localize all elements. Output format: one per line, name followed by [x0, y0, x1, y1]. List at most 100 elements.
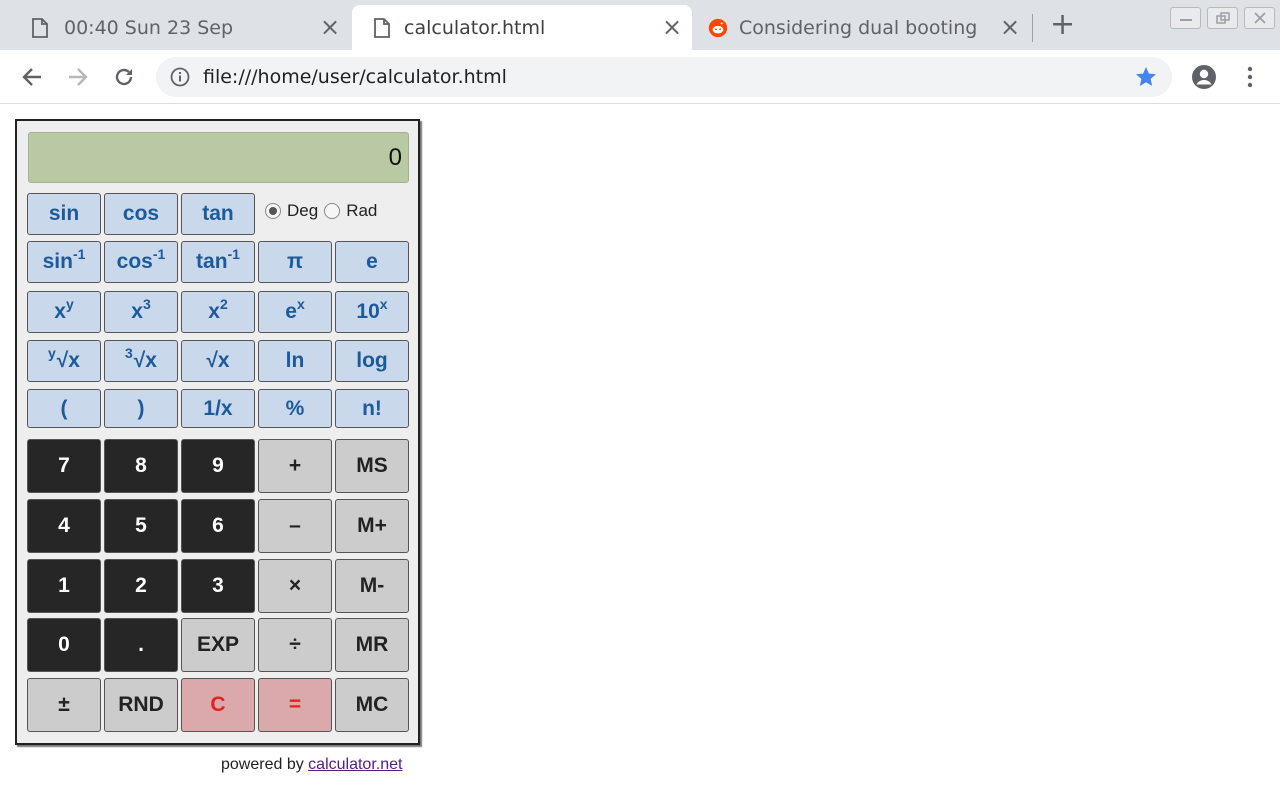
- tab-title: calculator.html: [404, 16, 546, 39]
- restore-button[interactable]: [1207, 7, 1238, 29]
- memory-clear-button[interactable]: MC: [335, 678, 409, 732]
- digit-8-button[interactable]: 8: [104, 439, 178, 493]
- address-bar[interactable]: file:///home/user/calculator.html: [156, 57, 1172, 97]
- exp-button[interactable]: EXP: [181, 618, 255, 672]
- button-label: tan: [196, 250, 228, 273]
- calculator: 0 sin cos tan Deg Rad sin -1 cos -1 tan -1 …: [15, 119, 420, 745]
- digit-6-button[interactable]: 6: [181, 499, 255, 553]
- random-button[interactable]: RND: [104, 678, 178, 732]
- cos-button[interactable]: cos: [104, 193, 178, 235]
- reload-button[interactable]: [110, 63, 138, 91]
- bookmark-star-icon[interactable]: [1134, 65, 1158, 93]
- memory-add-button[interactable]: M+: [335, 499, 409, 553]
- new-tab-button[interactable]: +: [1050, 10, 1075, 40]
- back-arrow-icon: [22, 68, 41, 86]
- info-icon[interactable]: [170, 67, 190, 91]
- square-root-button[interactable]: √x: [181, 340, 255, 382]
- reload-icon: [115, 68, 133, 86]
- close-icon[interactable]: ×: [662, 15, 682, 39]
- minimize-button[interactable]: [1170, 7, 1201, 29]
- digit-3-button[interactable]: 3: [181, 559, 255, 613]
- decimal-point-button[interactable]: .: [104, 618, 178, 672]
- digit-5-button[interactable]: 5: [104, 499, 178, 553]
- log-button[interactable]: log: [335, 340, 409, 382]
- minimize-icon: [1179, 19, 1192, 21]
- forward-button[interactable]: [64, 63, 92, 91]
- digit-9-button[interactable]: 9: [181, 439, 255, 493]
- button-label: x: [208, 300, 220, 323]
- document-icon: [372, 17, 392, 39]
- cube-button[interactable]: x3: [104, 291, 178, 333]
- divide-button[interactable]: ÷: [258, 618, 332, 672]
- multiply-button[interactable]: ×: [258, 559, 332, 613]
- power-y-button[interactable]: xy: [27, 291, 101, 333]
- tab-calculator[interactable]: calculator.html ×: [352, 5, 692, 50]
- digit-1-button[interactable]: 1: [27, 559, 101, 613]
- tab-title: 00:40 Sun 23 Sep: [64, 16, 234, 39]
- button-label: x: [54, 300, 66, 323]
- nth-root-button[interactable]: y √x: [27, 340, 101, 382]
- deg-label: Deg: [287, 201, 319, 220]
- more-vert-icon: [1247, 66, 1253, 88]
- button-label: cos: [116, 250, 153, 273]
- sin-button[interactable]: sin: [27, 193, 101, 235]
- memory-subtract-button[interactable]: M-: [335, 559, 409, 613]
- digit-0-button[interactable]: 0: [27, 618, 101, 672]
- button-label: 10: [356, 300, 380, 323]
- deg-radio[interactable]: [265, 203, 281, 219]
- tab-clock[interactable]: 00:40 Sun 23 Sep ×: [20, 5, 350, 50]
- close-paren-button[interactable]: ): [104, 389, 178, 428]
- equals-button[interactable]: =: [258, 678, 332, 732]
- sign-toggle-button[interactable]: ±: [27, 678, 101, 732]
- tan-button[interactable]: tan: [181, 193, 255, 235]
- close-icon: [1253, 12, 1266, 24]
- open-paren-button[interactable]: (: [27, 389, 101, 428]
- memory-store-button[interactable]: MS: [335, 439, 409, 493]
- add-button[interactable]: +: [258, 439, 332, 493]
- rad-label: Rad: [346, 201, 378, 220]
- tab-strip: 00:40 Sun 23 Sep × calculator.html × Con…: [0, 0, 1280, 50]
- percent-button[interactable]: %: [258, 389, 332, 428]
- acos-button[interactable]: cos -1: [104, 241, 178, 283]
- back-button[interactable]: [18, 63, 46, 91]
- button-label: e: [285, 300, 297, 323]
- calculator-net-link[interactable]: calculator.net: [308, 756, 402, 773]
- ten-power-button[interactable]: 10 x: [335, 291, 409, 333]
- digit-2-button[interactable]: 2: [104, 559, 178, 613]
- factorial-button[interactable]: n!: [335, 389, 409, 428]
- close-icon[interactable]: ×: [320, 15, 340, 39]
- digit-7-button[interactable]: 7: [27, 439, 101, 493]
- e-constant-button[interactable]: e: [335, 241, 409, 283]
- powered-by: powered by calculator.net: [221, 756, 402, 774]
- atan-button[interactable]: tan -1: [181, 241, 255, 283]
- tab-title: Considering dual booting L: [739, 16, 977, 39]
- angle-mode-group: Deg Rad: [265, 201, 383, 221]
- forward-arrow-icon: [69, 68, 88, 86]
- button-label: sin: [42, 250, 73, 273]
- ln-button[interactable]: ln: [258, 340, 332, 382]
- reddit-icon: [708, 17, 728, 39]
- reciprocal-button[interactable]: 1/x: [181, 389, 255, 428]
- address-text: file:///home/user/calculator.html: [203, 66, 507, 88]
- account-button[interactable]: [1190, 63, 1218, 91]
- pi-button[interactable]: π: [258, 241, 332, 283]
- menu-button[interactable]: [1236, 63, 1264, 91]
- restore-icon: [1215, 12, 1230, 24]
- subtract-button[interactable]: –: [258, 499, 332, 553]
- memory-recall-button[interactable]: MR: [335, 618, 409, 672]
- asin-button[interactable]: sin -1: [27, 241, 101, 283]
- tab-divider: [1032, 14, 1033, 42]
- button-label: √x: [133, 349, 157, 372]
- digit-4-button[interactable]: 4: [27, 499, 101, 553]
- exp-x-button[interactable]: ex: [258, 291, 332, 333]
- rad-radio[interactable]: [324, 203, 341, 219]
- close-icon[interactable]: ×: [1000, 15, 1020, 39]
- square-button[interactable]: x2: [181, 291, 255, 333]
- clear-button[interactable]: C: [181, 678, 255, 732]
- close-window-button[interactable]: [1244, 7, 1275, 29]
- toolbar: file:///home/user/calculator.html: [0, 50, 1280, 104]
- button-label: x: [131, 300, 143, 323]
- account-icon: [1192, 65, 1216, 89]
- cube-root-button[interactable]: 3 √x: [104, 340, 178, 382]
- tab-reddit[interactable]: Considering dual booting L ×: [700, 5, 1028, 50]
